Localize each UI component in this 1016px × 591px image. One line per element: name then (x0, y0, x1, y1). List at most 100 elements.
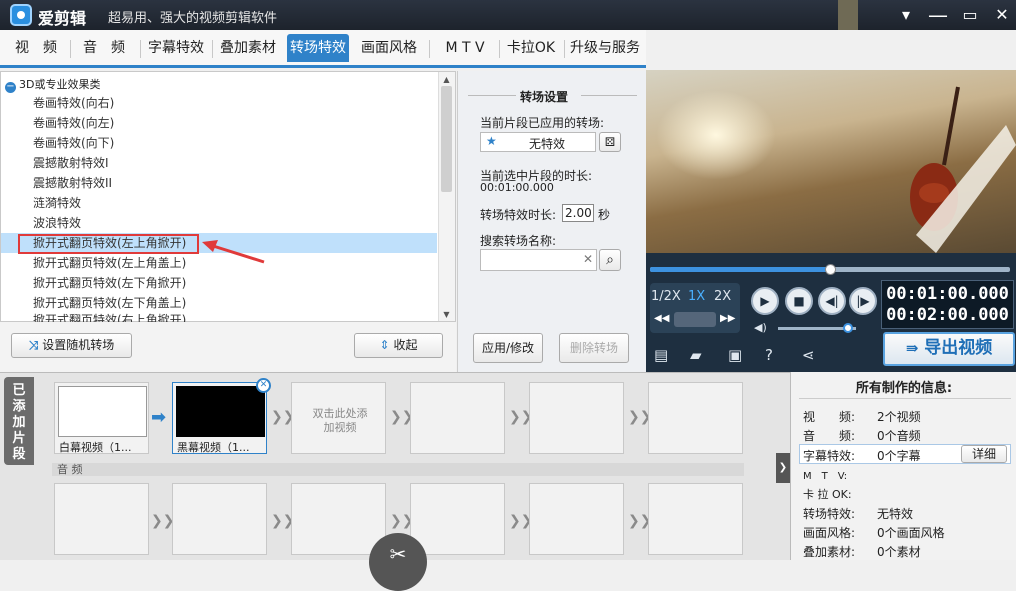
add-video-slot[interactable]: 双击此处添加视频 (291, 382, 386, 454)
clip-name: 白幕视频（1... (59, 441, 132, 454)
stop-icon[interactable]: ■ (785, 287, 813, 315)
empty-slot[interactable] (529, 382, 624, 454)
annotation-arrow-icon (202, 240, 265, 264)
tab-audio[interactable]: 音 频 (76, 34, 132, 62)
fast-forward-icon[interactable]: ▶▶ (720, 313, 735, 324)
scroll-up-icon[interactable]: ▲ (440, 73, 453, 86)
clear-icon[interactable]: ✕ (583, 252, 593, 266)
effect-duration-input[interactable]: 2.00 (562, 204, 594, 222)
volume-knob[interactable] (843, 323, 854, 333)
list-item[interactable]: 卷画特效(向左) (1, 113, 437, 133)
list-item[interactable]: 卷画特效(向下) (1, 133, 437, 153)
random-transition-button[interactable]: ⤨ 设置随机转场 (11, 333, 132, 358)
list-item[interactable]: 涟漪特效 (1, 193, 437, 213)
added-clips-label: 已添加片段 (12, 383, 26, 462)
collapse-button[interactable]: ⇕ 收起 (354, 333, 443, 358)
save-icon[interactable]: ▣ (728, 346, 742, 364)
tab-divider (564, 40, 565, 58)
title-bar: 爱剪辑 超易用、强大的视频剪辑软件 ▾ — ▭ ✕ (0, 0, 1016, 30)
speed-2x[interactable]: 2X (714, 289, 731, 304)
export-icon: ⇛ (905, 339, 919, 357)
scroll-thumb[interactable] (441, 86, 452, 192)
search-icon[interactable]: ⌕ (599, 249, 621, 271)
highlight-box (18, 234, 199, 254)
menu-dropdown-icon[interactable]: ▾ (894, 3, 918, 27)
search-input[interactable] (480, 249, 597, 271)
clip-white[interactable]: 白幕视频（1... (54, 382, 149, 454)
export-video-button[interactable]: ⇛ 导出视频 (883, 332, 1015, 366)
play-icon[interactable]: ▶ (751, 287, 779, 315)
divider (581, 95, 637, 96)
tab-transition-effects[interactable]: 转场特效 (287, 34, 349, 62)
audio-slot[interactable] (529, 483, 624, 555)
audio-slot[interactable] (291, 483, 386, 555)
added-clips-tab[interactable]: 已添加片段 (4, 377, 34, 465)
tab-upgrade-services[interactable]: 升级与服务 (567, 34, 643, 62)
close-button[interactable]: ✕ (990, 3, 1014, 27)
clip-thumbnail (58, 386, 147, 437)
list-item[interactable]: 掀开式翻页特效(左下角盖上) (1, 293, 437, 313)
applied-transition-display[interactable]: ★ 无特效 (480, 132, 596, 152)
speed-1x[interactable]: 1X (688, 289, 705, 304)
category-3d-professional[interactable]: −3D或专业效果类 (5, 76, 100, 93)
seconds-unit: 秒 (598, 208, 611, 222)
rewind-icon[interactable]: ◀◀ (654, 313, 669, 324)
playback-progress[interactable] (646, 253, 1016, 275)
list-item[interactable]: 震撼散射特效I (1, 153, 437, 173)
maximize-button[interactable]: ▭ (958, 3, 982, 27)
category-label: 3D或专业效果类 (19, 78, 101, 91)
scissors-icon[interactable]: ✂ (369, 533, 427, 591)
info-key: 卡 拉 OK: (803, 488, 852, 501)
list-item[interactable]: 掀开式翻页特效(左下角掀开) (1, 273, 437, 293)
info-key: 视 频: (803, 410, 856, 424)
open-folder-icon[interactable]: ▰ (690, 346, 702, 364)
info-value: 0个素材 (877, 545, 921, 559)
volume-icon[interactable]: ◀) (754, 321, 767, 334)
help-icon[interactable]: ? (765, 346, 773, 364)
share-icon[interactable]: ⋖ (802, 346, 815, 364)
list-item[interactable]: 卷画特效(向右) (1, 93, 437, 113)
audio-slot[interactable] (648, 483, 743, 555)
add-video-hint: 双击此处添加视频 (312, 407, 368, 434)
tab-overlay-materials[interactable]: 叠加素材 (214, 34, 282, 62)
empty-slot[interactable] (410, 382, 505, 454)
new-project-icon[interactable]: ▤ (654, 346, 668, 364)
skin-thumbnail[interactable] (838, 0, 858, 30)
dice-random-icon[interactable]: ⚄ (599, 132, 621, 152)
search-label: 搜索转场名称: (480, 234, 557, 248)
info-row-karaoke: 卡 拉 OK: (803, 486, 852, 502)
list-item[interactable]: 掀开式翻页特效(右上角掀开) (1, 313, 437, 322)
audio-slot[interactable] (172, 483, 267, 555)
effect-list-footer: ⤨ 设置随机转场 ⇕ 收起 (0, 322, 456, 372)
speed-half[interactable]: 1/2X (651, 289, 681, 304)
jog-wheel[interactable] (674, 312, 716, 327)
tab-mtv[interactable]: M T V (434, 34, 496, 62)
remove-clip-icon[interactable]: ✕ (256, 378, 271, 393)
next-frame-icon[interactable]: |▶ (849, 287, 877, 315)
list-item[interactable]: 波浪特效 (1, 213, 437, 233)
tab-karaoke[interactable]: 卡拉OK (502, 34, 560, 62)
prev-frame-icon[interactable]: ◀| (818, 287, 846, 315)
tab-picture-style[interactable]: 画面风格 (355, 34, 423, 62)
expand-panel-icon[interactable]: ❯ (776, 453, 790, 483)
settings-title: 转场设置 (520, 90, 569, 104)
tab-video[interactable]: 视 频 (8, 34, 64, 62)
delete-transition-button[interactable]: 删除转场 (559, 333, 629, 363)
clip-black[interactable]: 黑幕视频（1... (172, 382, 267, 454)
progress-knob[interactable] (825, 264, 836, 275)
collapse-icon[interactable]: − (5, 82, 16, 93)
transition-settings-panel: 转场设置 当前片段已应用的转场: ★ 无特效 ⚄ 当前选中片段的时长: 00:0… (457, 71, 646, 372)
audio-slot[interactable] (54, 483, 149, 555)
info-value: 0个字幕 (877, 449, 921, 463)
list-item[interactable]: 震撼散射特效II (1, 173, 437, 193)
apply-modify-button[interactable]: 应用/修改 (473, 333, 543, 363)
production-info-panel: 所有制作的信息: 视 频: 2个视频 音 频: 0个音频 字幕特效: 0个字幕 详细 … (790, 372, 1016, 560)
audio-slot[interactable] (410, 483, 505, 555)
tab-divider (499, 40, 500, 58)
transition-arrow-icon[interactable]: ➡ (151, 407, 166, 428)
details-button[interactable]: 详细 (961, 445, 1007, 463)
tab-subtitle-effects[interactable]: 字幕特效 (143, 34, 209, 62)
minimize-button[interactable]: — (926, 3, 950, 27)
scroll-down-icon[interactable]: ▼ (440, 308, 453, 321)
empty-slot[interactable] (648, 382, 743, 454)
